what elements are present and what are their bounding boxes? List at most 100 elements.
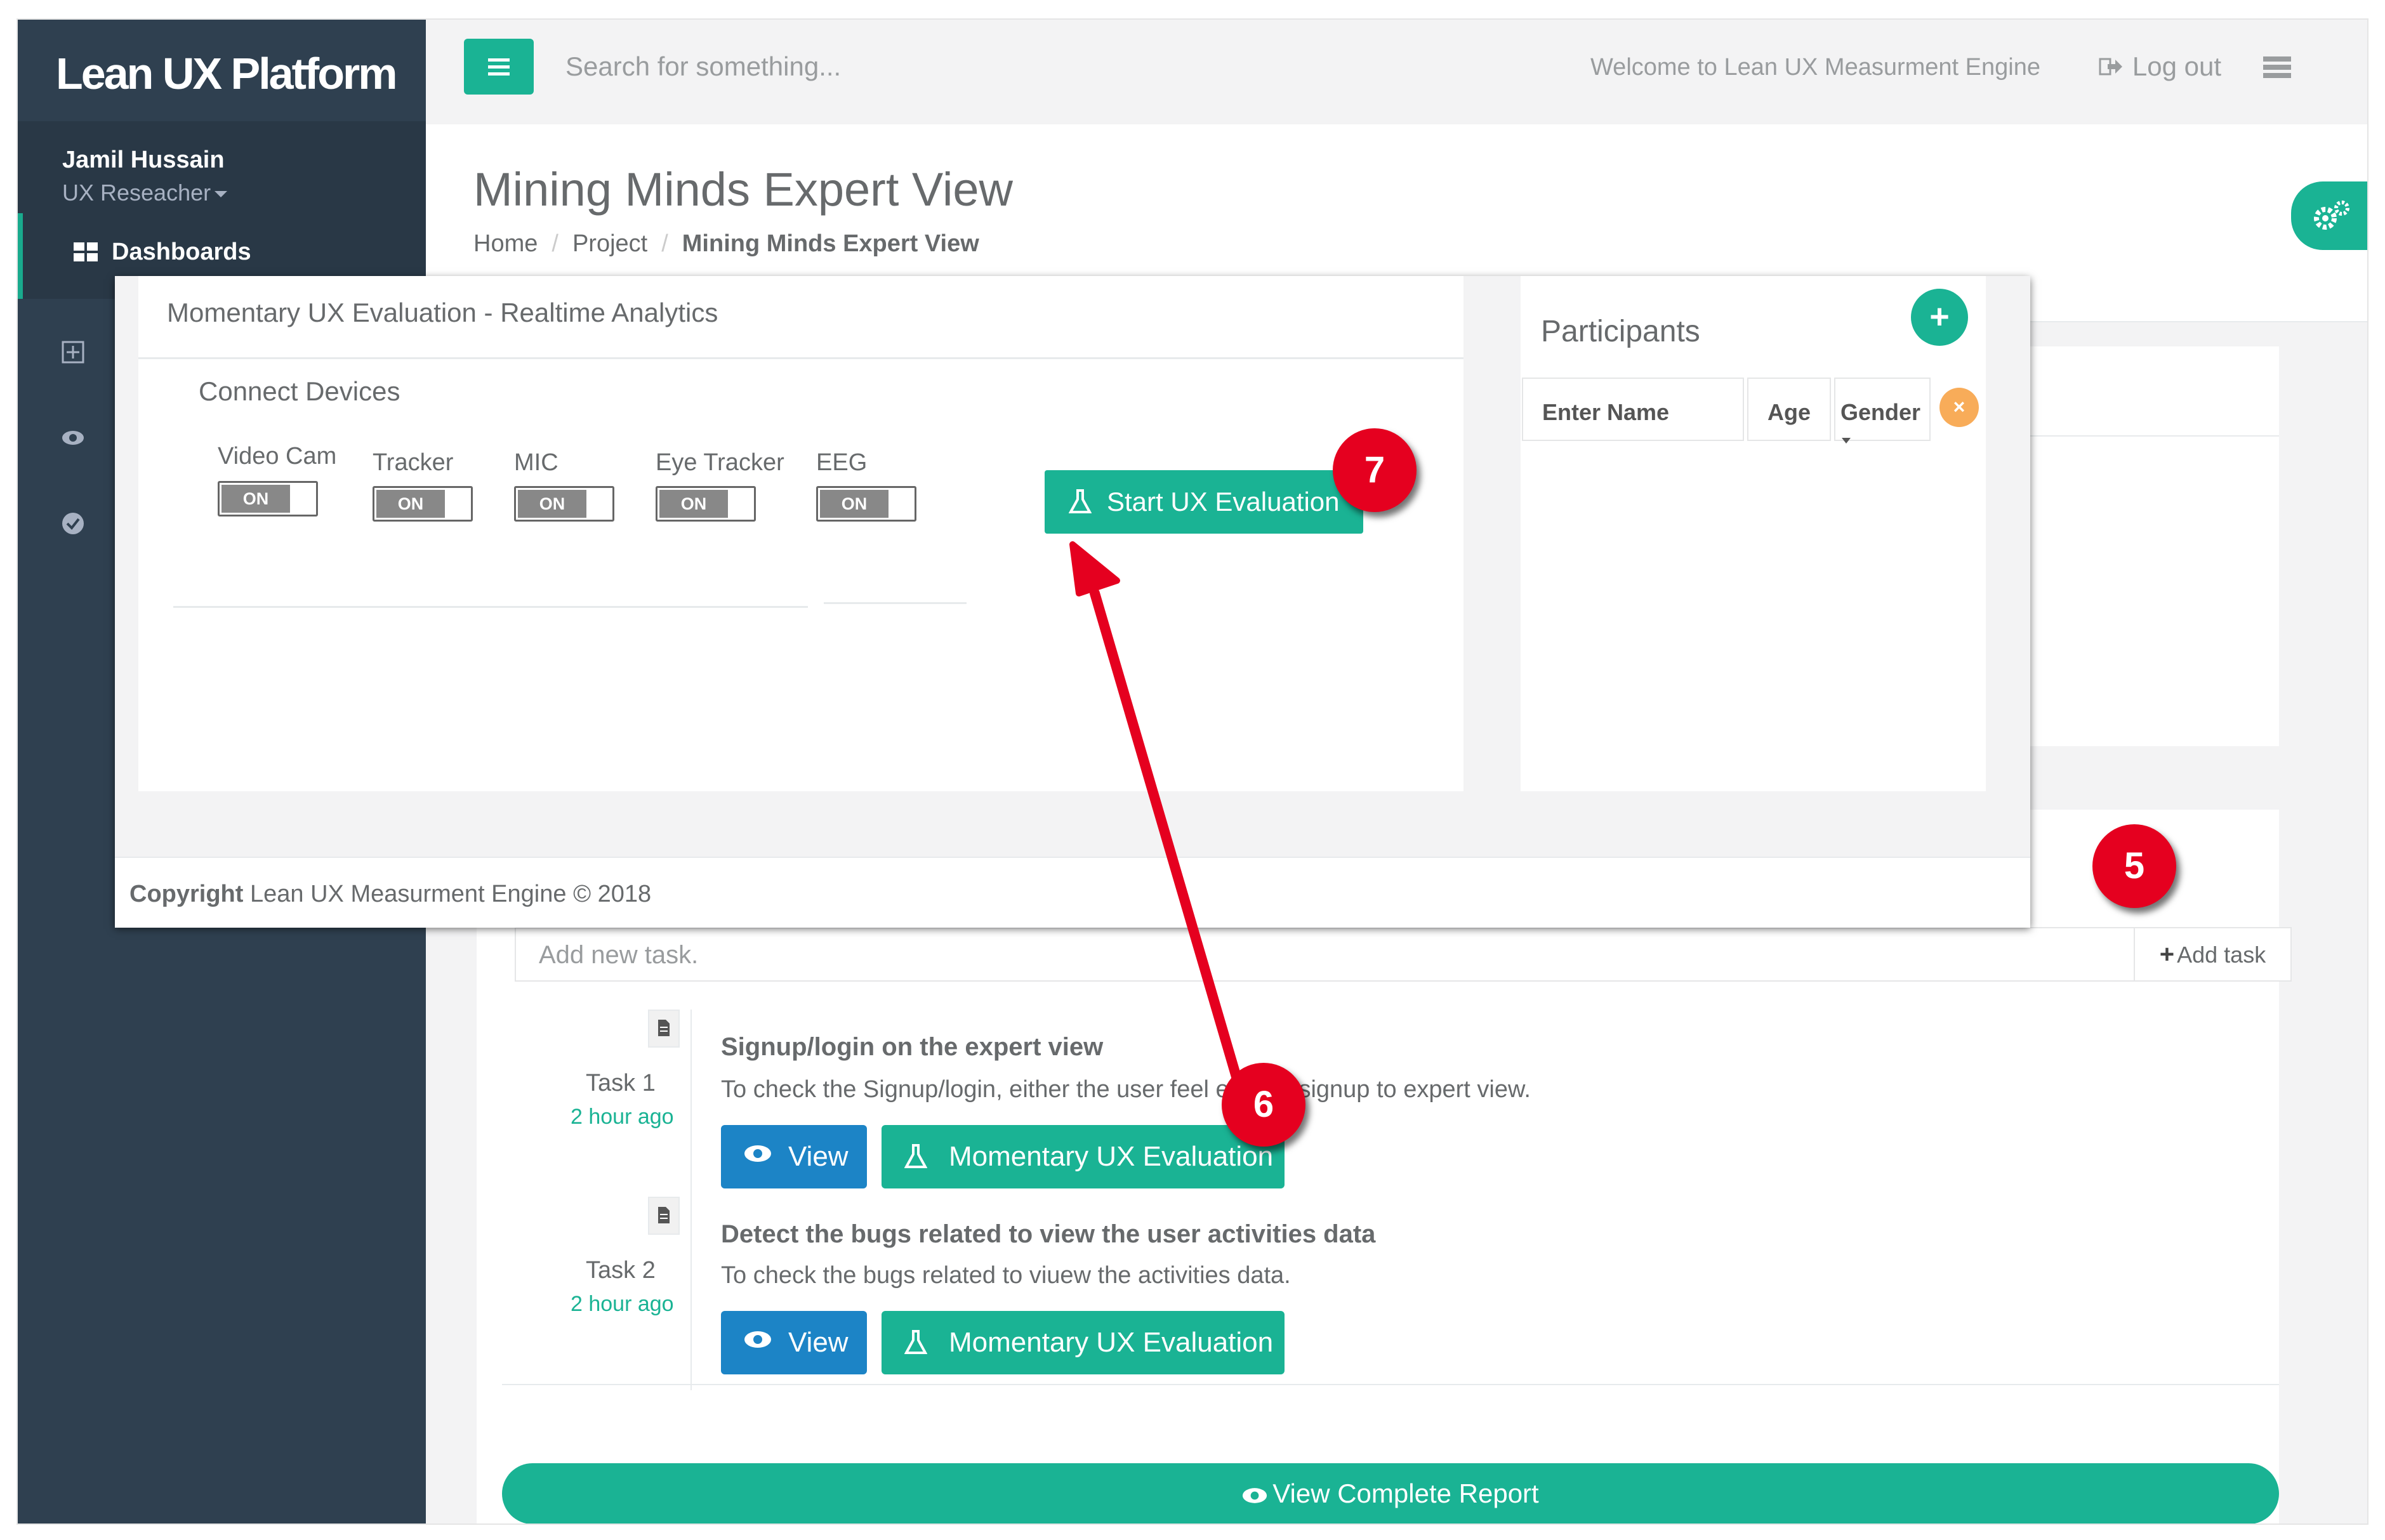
menu-bar <box>488 72 510 76</box>
logout-link[interactable]: Log out <box>2132 51 2221 82</box>
participant-name-input[interactable]: Enter Name <box>1522 378 1744 441</box>
sign-out-icon <box>2099 58 2122 76</box>
divider <box>824 602 967 604</box>
new-task-input[interactable]: Add new task. <box>539 941 698 970</box>
tasks-list-icon[interactable] <box>2263 56 2291 78</box>
participant-row: Enter Name Age Gender × <box>1521 378 1986 444</box>
device-label: Video Cam <box>218 443 337 470</box>
grid-plus-icon[interactable] <box>61 340 85 364</box>
copyright-label: Copyright <box>129 881 244 907</box>
report-label: View Complete Report <box>1272 1478 1539 1508</box>
modal-footer: Copyright Lean UX Measurment Engine © 20… <box>115 857 2030 928</box>
dashboard-icon <box>74 242 98 261</box>
annotation-badge-7: 7 <box>1333 428 1417 512</box>
mic-toggle[interactable]: ON <box>514 486 614 522</box>
participant-age-input[interactable]: Age <box>1747 378 1831 441</box>
view-label: View <box>788 1141 849 1172</box>
sidebar-item-label: Dashboards <box>112 239 251 265</box>
add-participant-button[interactable]: + <box>1911 289 1968 346</box>
device-mic: MIC ON <box>514 449 614 522</box>
timeline-line <box>690 1010 692 1390</box>
add-task-button[interactable]: + Add task <box>2134 928 2290 980</box>
device-eye-tracker: Eye Tracker ON <box>656 449 784 522</box>
toggle-on-label: ON <box>376 490 445 518</box>
breadcrumb-separator: / <box>661 230 668 257</box>
user-role-dropdown[interactable]: UX Reseacher <box>62 180 228 206</box>
participants-title: Participants <box>1541 315 1700 348</box>
search-input[interactable]: Search for something... <box>565 51 841 82</box>
realtime-analytics-panel: Momentary UX Evaluation - Realtime Analy… <box>138 276 1463 791</box>
file-text-icon <box>658 1207 670 1223</box>
gears-icon <box>2314 201 2349 230</box>
device-label: Eye Tracker <box>656 449 784 476</box>
user-name: Jamil Hussain <box>62 147 225 173</box>
file-icon <box>648 1010 680 1048</box>
gender-label: Gender <box>1840 399 1921 425</box>
device-label: EEG <box>816 449 868 476</box>
remove-participant-button[interactable]: × <box>1939 388 1979 427</box>
toggle-on-label: ON <box>518 490 586 518</box>
task-title: Signup/login on the expert view <box>721 1033 1104 1061</box>
video-cam-toggle[interactable]: ON <box>218 481 318 517</box>
device-eeg: EEG ON <box>816 449 916 522</box>
settings-toggle-button[interactable] <box>2291 181 2367 250</box>
welcome-message: Welcome to Lean UX Measurment Engine <box>1590 54 2040 81</box>
connect-devices-title: Connect Devices <box>199 376 400 406</box>
view-label: View <box>788 1327 849 1358</box>
view-complete-report-button[interactable]: View Complete Report <box>502 1463 2279 1524</box>
breadcrumb-project[interactable]: Project <box>572 230 647 257</box>
breadcrumb: Home / Project / Mining Minds Expert View <box>473 230 979 258</box>
caret-down-icon <box>1842 437 1851 444</box>
page-title: Mining Minds Expert View <box>473 163 1013 216</box>
momentary-evaluation-modal: Momentary UX Evaluation - Realtime Analy… <box>115 276 2030 928</box>
breadcrumb-home[interactable]: Home <box>473 230 538 257</box>
task-time: 2 hour ago <box>571 1292 674 1316</box>
device-label: Tracker <box>373 449 454 476</box>
task-view-button[interactable]: View <box>721 1311 867 1374</box>
momentary-label: Momentary UX Evaluation <box>949 1141 1274 1172</box>
menu-toggle-button[interactable] <box>464 39 534 95</box>
eye-icon <box>744 1331 771 1348</box>
eye-icon <box>1243 1488 1267 1503</box>
annotation-badge-5: 5 <box>2092 824 2176 908</box>
top-navbar: Search for something... Welcome to Lean … <box>426 20 2367 126</box>
check-circle-icon[interactable] <box>61 511 85 536</box>
start-ux-evaluation-button[interactable]: Start UX Evaluation <box>1045 470 1363 534</box>
divider <box>502 1384 2279 1385</box>
task-number: Task 1 <box>586 1070 656 1096</box>
flask-icon <box>904 1330 927 1354</box>
eye-icon <box>744 1145 771 1162</box>
toggle-on-label: ON <box>221 485 290 513</box>
user-profile[interactable]: Jamil Hussain UX Reseacher <box>18 121 426 213</box>
caret-down-icon <box>215 191 228 198</box>
flask-icon <box>904 1144 927 1168</box>
eeg-toggle[interactable]: ON <box>816 486 916 522</box>
start-label: Start UX Evaluation <box>1107 487 1340 517</box>
task-description: To check the bugs related to viuew the a… <box>721 1262 1291 1289</box>
momentary-ux-evaluation-button[interactable]: Momentary UX Evaluation <box>882 1311 1285 1374</box>
copyright-text: Copyright Lean UX Measurment Engine © 20… <box>129 881 651 908</box>
toggle-on-label: ON <box>820 490 889 518</box>
momentary-ux-evaluation-button[interactable]: Momentary UX Evaluation <box>882 1125 1285 1188</box>
task-number: Task 2 <box>586 1257 656 1284</box>
breadcrumb-separator: / <box>552 230 558 257</box>
annotation-badge-6: 6 <box>1222 1063 1305 1147</box>
participant-gender-select[interactable]: Gender <box>1834 378 1931 444</box>
file-icon <box>648 1197 680 1235</box>
modal-title: Momentary UX Evaluation - Realtime Analy… <box>167 298 718 327</box>
eye-icon[interactable] <box>61 426 85 450</box>
task-title: Detect the bugs related to view the user… <box>721 1220 1376 1248</box>
task-view-button[interactable]: View <box>721 1125 867 1188</box>
add-task-label: Add task <box>2177 942 2266 968</box>
panel-header: Momentary UX Evaluation - Realtime Analy… <box>138 276 1463 359</box>
task-description: To check the Signup/login, either the us… <box>721 1076 1531 1103</box>
plus-icon: + <box>2159 940 2175 968</box>
user-role: UX Reseacher <box>62 180 211 206</box>
eye-tracker-toggle[interactable]: ON <box>656 486 756 522</box>
momentary-label: Momentary UX Evaluation <box>949 1327 1274 1358</box>
brand-logo: Lean UX Platform <box>56 49 397 98</box>
task-time: 2 hour ago <box>571 1105 674 1129</box>
app-window: Lean UX Platform Jamil Hussain UX Reseac… <box>17 18 2368 1525</box>
menu-bar <box>488 65 510 69</box>
tracker-toggle[interactable]: ON <box>373 486 473 522</box>
